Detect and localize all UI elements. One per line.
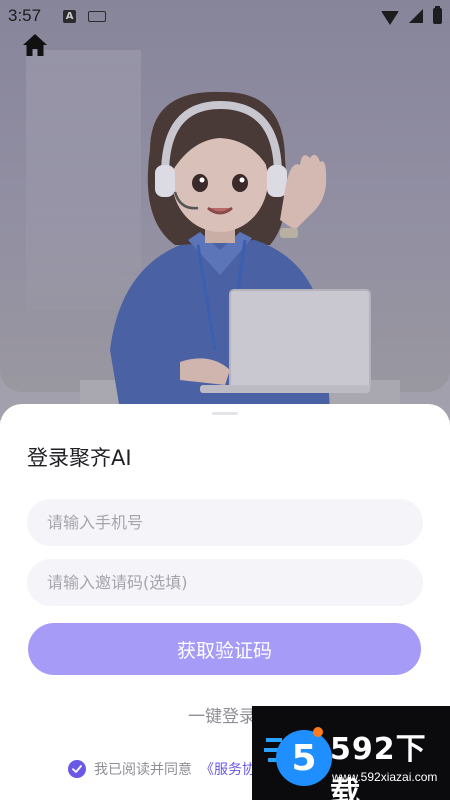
login-title: 登录聚齐AI — [27, 446, 132, 470]
hero-area: 3:57 A — [0, 0, 450, 420]
check-icon — [72, 765, 82, 773]
agree-checkbox[interactable] — [68, 760, 86, 778]
svg-text:5: 5 — [291, 738, 316, 779]
customer-service-illustration — [80, 91, 400, 410]
hero-illustration-card — [0, 0, 450, 410]
watermark-logo: 5 — [264, 727, 332, 786]
home-icon[interactable] — [22, 33, 48, 57]
input-method-icon: A — [63, 9, 77, 23]
cell-signal-icon — [409, 9, 423, 23]
watermark-url: www.592xiazai.com — [332, 770, 438, 784]
status-bar: 3:57 A — [0, 0, 450, 32]
watermark-title: 592下载 — [330, 732, 427, 800]
battery-icon — [433, 6, 442, 24]
wifi-icon — [381, 11, 399, 25]
get-code-button[interactable]: 获取验证码 — [28, 623, 421, 675]
phone-input[interactable] — [27, 499, 423, 546]
one-key-login-link[interactable]: 一键登录 — [188, 702, 256, 727]
status-icons — [381, 6, 442, 25]
keyboard-icon — [88, 10, 107, 22]
service-agreement-link[interactable]: 《服务协 — [200, 759, 256, 779]
agreement-prefix: 我已阅读并同意 — [94, 762, 192, 778]
status-time: 3:57 — [8, 6, 42, 25]
invite-code-input[interactable] — [27, 559, 423, 606]
drag-handle[interactable] — [212, 412, 238, 415]
site-watermark: 5 592下载 www.592xiazai.com — [252, 706, 450, 800]
agreement-row: 我已阅读并同意 《服务协 — [68, 759, 256, 779]
